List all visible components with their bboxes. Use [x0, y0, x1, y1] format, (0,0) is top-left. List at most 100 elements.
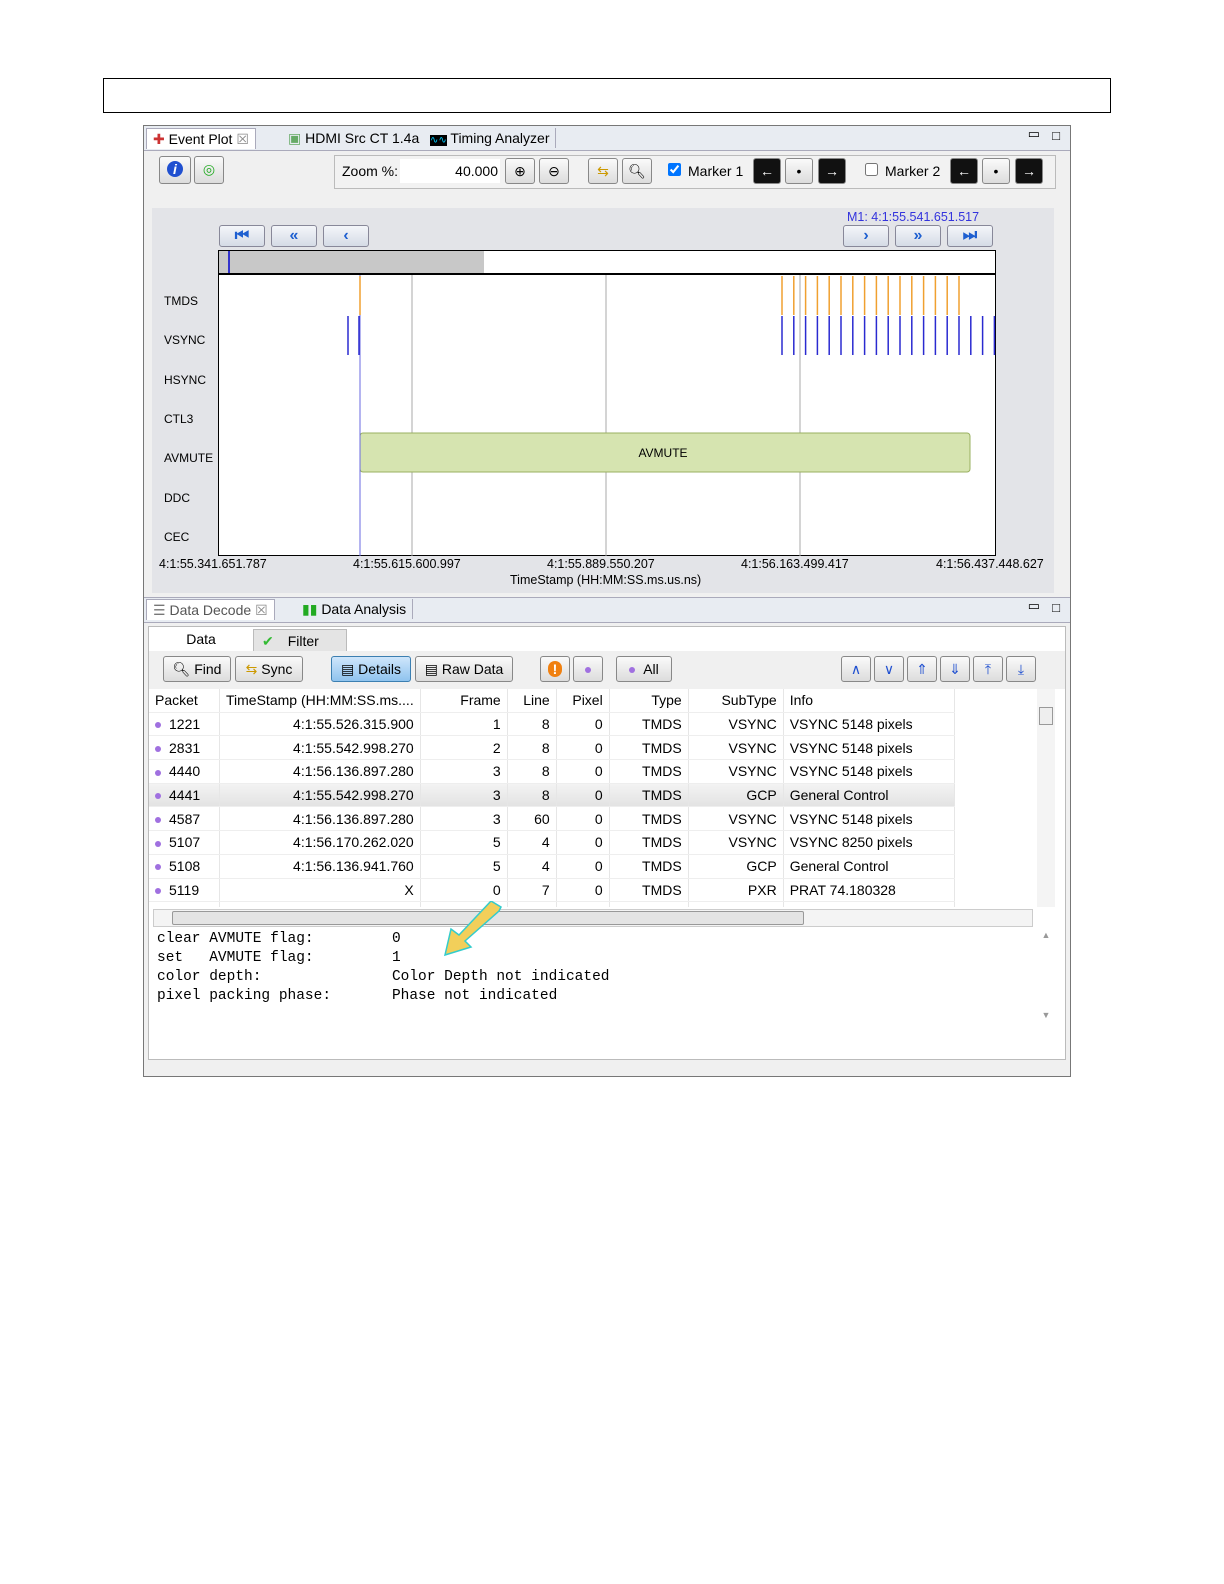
table-row[interactable]: 74064:1:56.186.944.400640TMDSVSYNCVSYNC …	[149, 901, 955, 907]
marker2-center-button[interactable]: •	[982, 158, 1010, 184]
table-cell: PXR	[688, 878, 784, 903]
tab-event-plot[interactable]: ✚ Event Plot ☒	[146, 128, 256, 149]
column-header[interactable]: TimeStamp (HH:MM:SS.ms....	[219, 689, 421, 713]
back-button[interactable]: ‹	[323, 225, 369, 247]
bar-chart-icon: ▮▮	[302, 601, 318, 617]
sync-button[interactable]: ⇆ Sync	[235, 656, 303, 682]
cell-text: 8	[541, 787, 550, 804]
cell-text: VSYNC	[728, 716, 777, 733]
packet-filter-button[interactable]	[573, 656, 603, 682]
fast-back-button[interactable]: «	[271, 225, 317, 247]
forward-button[interactable]: ›	[843, 225, 889, 247]
target-button[interactable]: ◎	[194, 156, 224, 184]
zoom-out-icon: ⊖	[548, 163, 560, 179]
sync-plot-button[interactable]: ⇆	[588, 158, 618, 184]
tab-label: Data Analysis	[321, 601, 407, 617]
zoom-input[interactable]	[400, 159, 500, 183]
tab-data-analysis[interactable]: ▮▮ Data Analysis	[296, 599, 414, 619]
marker1-prev-button[interactable]: ←	[753, 158, 781, 184]
dot-icon: •	[993, 163, 999, 179]
minimize-icon[interactable]: ▭	[1028, 126, 1040, 142]
marker1-checkbox[interactable]	[668, 163, 681, 176]
all-button[interactable]: All	[616, 656, 672, 682]
target-icon: ◎	[202, 161, 216, 177]
table-horizontal-scrollbar[interactable]	[153, 909, 1033, 927]
find-button[interactable]: 🔍︎ Find	[163, 656, 231, 682]
details-scrollbar[interactable]: ▲ ▼	[1037, 930, 1055, 1048]
table-row[interactable]: 2831 4:1:55.542.998.270 2 8 0 TMDS VSYNC VSYNC …	[149, 735, 955, 761]
error-filter-button[interactable]: !	[540, 656, 570, 682]
subtab-filter[interactable]: ✔ Filter	[253, 629, 347, 653]
tab-hdmi-src[interactable]: ▣ HDMI Src CT 1.4a	[282, 128, 425, 148]
cell-text: 5	[492, 858, 501, 875]
table-cell: VSYNC	[688, 712, 784, 737]
marker2-next-button[interactable]: →	[1015, 158, 1043, 184]
cell-text: 2831	[169, 739, 201, 756]
table-row[interactable]: 5108 4:1:56.136.941.760 5 4 0 TMDS GCP General …	[149, 854, 955, 879]
bottom-button[interactable]: ⤓	[1006, 656, 1036, 682]
table-cell: 5	[420, 830, 508, 855]
table-cell: VSYNC	[688, 759, 784, 784]
column-header[interactable]: Pixel	[556, 689, 610, 713]
cell-text: 3	[492, 787, 501, 804]
marker2-prev-button[interactable]: ←	[950, 158, 978, 184]
info-button[interactable]: i	[159, 156, 191, 184]
table-vertical-scrollbar[interactable]	[1037, 689, 1055, 907]
raw-data-button[interactable]: ▤ Raw Data	[415, 656, 513, 682]
marker1-center-button[interactable]: •	[785, 158, 813, 184]
column-header[interactable]: Info	[783, 689, 955, 713]
table-cell: 0	[420, 878, 508, 903]
top-button[interactable]: ⤒	[973, 656, 1003, 682]
first-event-button[interactable]: ⏮	[219, 225, 265, 247]
page-up-button[interactable]: ⇑	[907, 656, 937, 682]
last-event-button[interactable]: ⏭	[947, 225, 993, 247]
marker2-checkbox[interactable]	[865, 163, 878, 176]
details-text: clear AVMUTE flag: 0 set AVMUTE flag: 1 …	[157, 931, 610, 1004]
minimize-icon[interactable]: ▭	[1028, 598, 1040, 614]
tab-data-decode[interactable]: ☰ Data Decode ☒	[146, 599, 275, 620]
column-header[interactable]: Line	[507, 689, 557, 713]
tab-timing-analyzer[interactable]: ∿∿ Timing Analyzer	[424, 128, 557, 148]
table-cell: General Control	[783, 783, 955, 808]
event-plot-canvas[interactable]: AVMUTE	[218, 250, 997, 557]
signal-label-ctl3: CTL3	[164, 412, 194, 426]
table-row[interactable]: 4587 4:1:56.136.897.280 3 60 0 TMDS VSYNC VSYNC…	[149, 806, 955, 832]
table-row[interactable]: 4441 4:1:55.542.998.270 3 8 0 TMDS GCP General …	[149, 783, 955, 808]
cell-text: 7406	[169, 906, 200, 907]
maximize-icon[interactable]: □	[1052, 600, 1060, 615]
marker1-next-button[interactable]: →	[818, 158, 846, 184]
test-icon: ▣	[288, 130, 302, 146]
table-cell: TMDS	[609, 901, 689, 907]
subtab-data[interactable]: Data	[149, 627, 253, 651]
maximize-icon[interactable]: □	[1052, 128, 1060, 143]
column-header[interactable]: Type	[609, 689, 689, 713]
close-icon[interactable]: ☒	[236, 131, 249, 147]
cell-text: 5119	[169, 881, 200, 898]
table-cell: VSYNC 8250 pixels	[783, 901, 955, 907]
cell-text: 0	[594, 881, 603, 898]
details-button[interactable]: ▤ Details	[331, 656, 411, 682]
column-header[interactable]: SubType	[688, 689, 784, 713]
page-down-button[interactable]: ⇓	[940, 656, 970, 682]
fast-forward-button[interactable]: »	[895, 225, 941, 247]
cell-text: TMDS	[642, 763, 682, 780]
next-button[interactable]: ∨	[874, 656, 904, 682]
cell-text: VSYNC	[728, 739, 777, 756]
table-cell: 4:1:55.542.998.270	[219, 735, 421, 761]
table-row[interactable]: 5119 X 0 7 0 TMDS PXR PRAT 74.180328	[149, 878, 955, 903]
column-header[interactable]: Packet	[149, 689, 220, 713]
scrollbar-thumb[interactable]	[1039, 707, 1053, 725]
column-header[interactable]: Frame	[420, 689, 508, 713]
table-row[interactable]: 5107 4:1:56.170.262.020 5 4 0 TMDS VSYNC VSYNC …	[149, 830, 955, 855]
close-icon[interactable]: ☒	[255, 602, 268, 618]
avmute-bar-label: AVMUTE	[638, 446, 687, 460]
table-row[interactable]: 4440 4:1:56.136.897.280 3 8 0 TMDS VSYNC VSYNC …	[149, 759, 955, 784]
zoom-fit-button[interactable]: 🔍︎	[622, 158, 652, 184]
cell-text: 0	[594, 810, 603, 827]
zoom-in-button[interactable]: ⊕	[505, 158, 535, 184]
prev-button[interactable]: ∧	[841, 656, 871, 682]
table-row[interactable]: 1221 4:1:55.526.315.900 1 8 0 TMDS VSYNC VSYNC …	[149, 712, 955, 737]
tab-label: Event Plot	[168, 131, 233, 147]
dot-icon	[629, 667, 636, 674]
zoom-out-button[interactable]: ⊖	[539, 158, 569, 184]
